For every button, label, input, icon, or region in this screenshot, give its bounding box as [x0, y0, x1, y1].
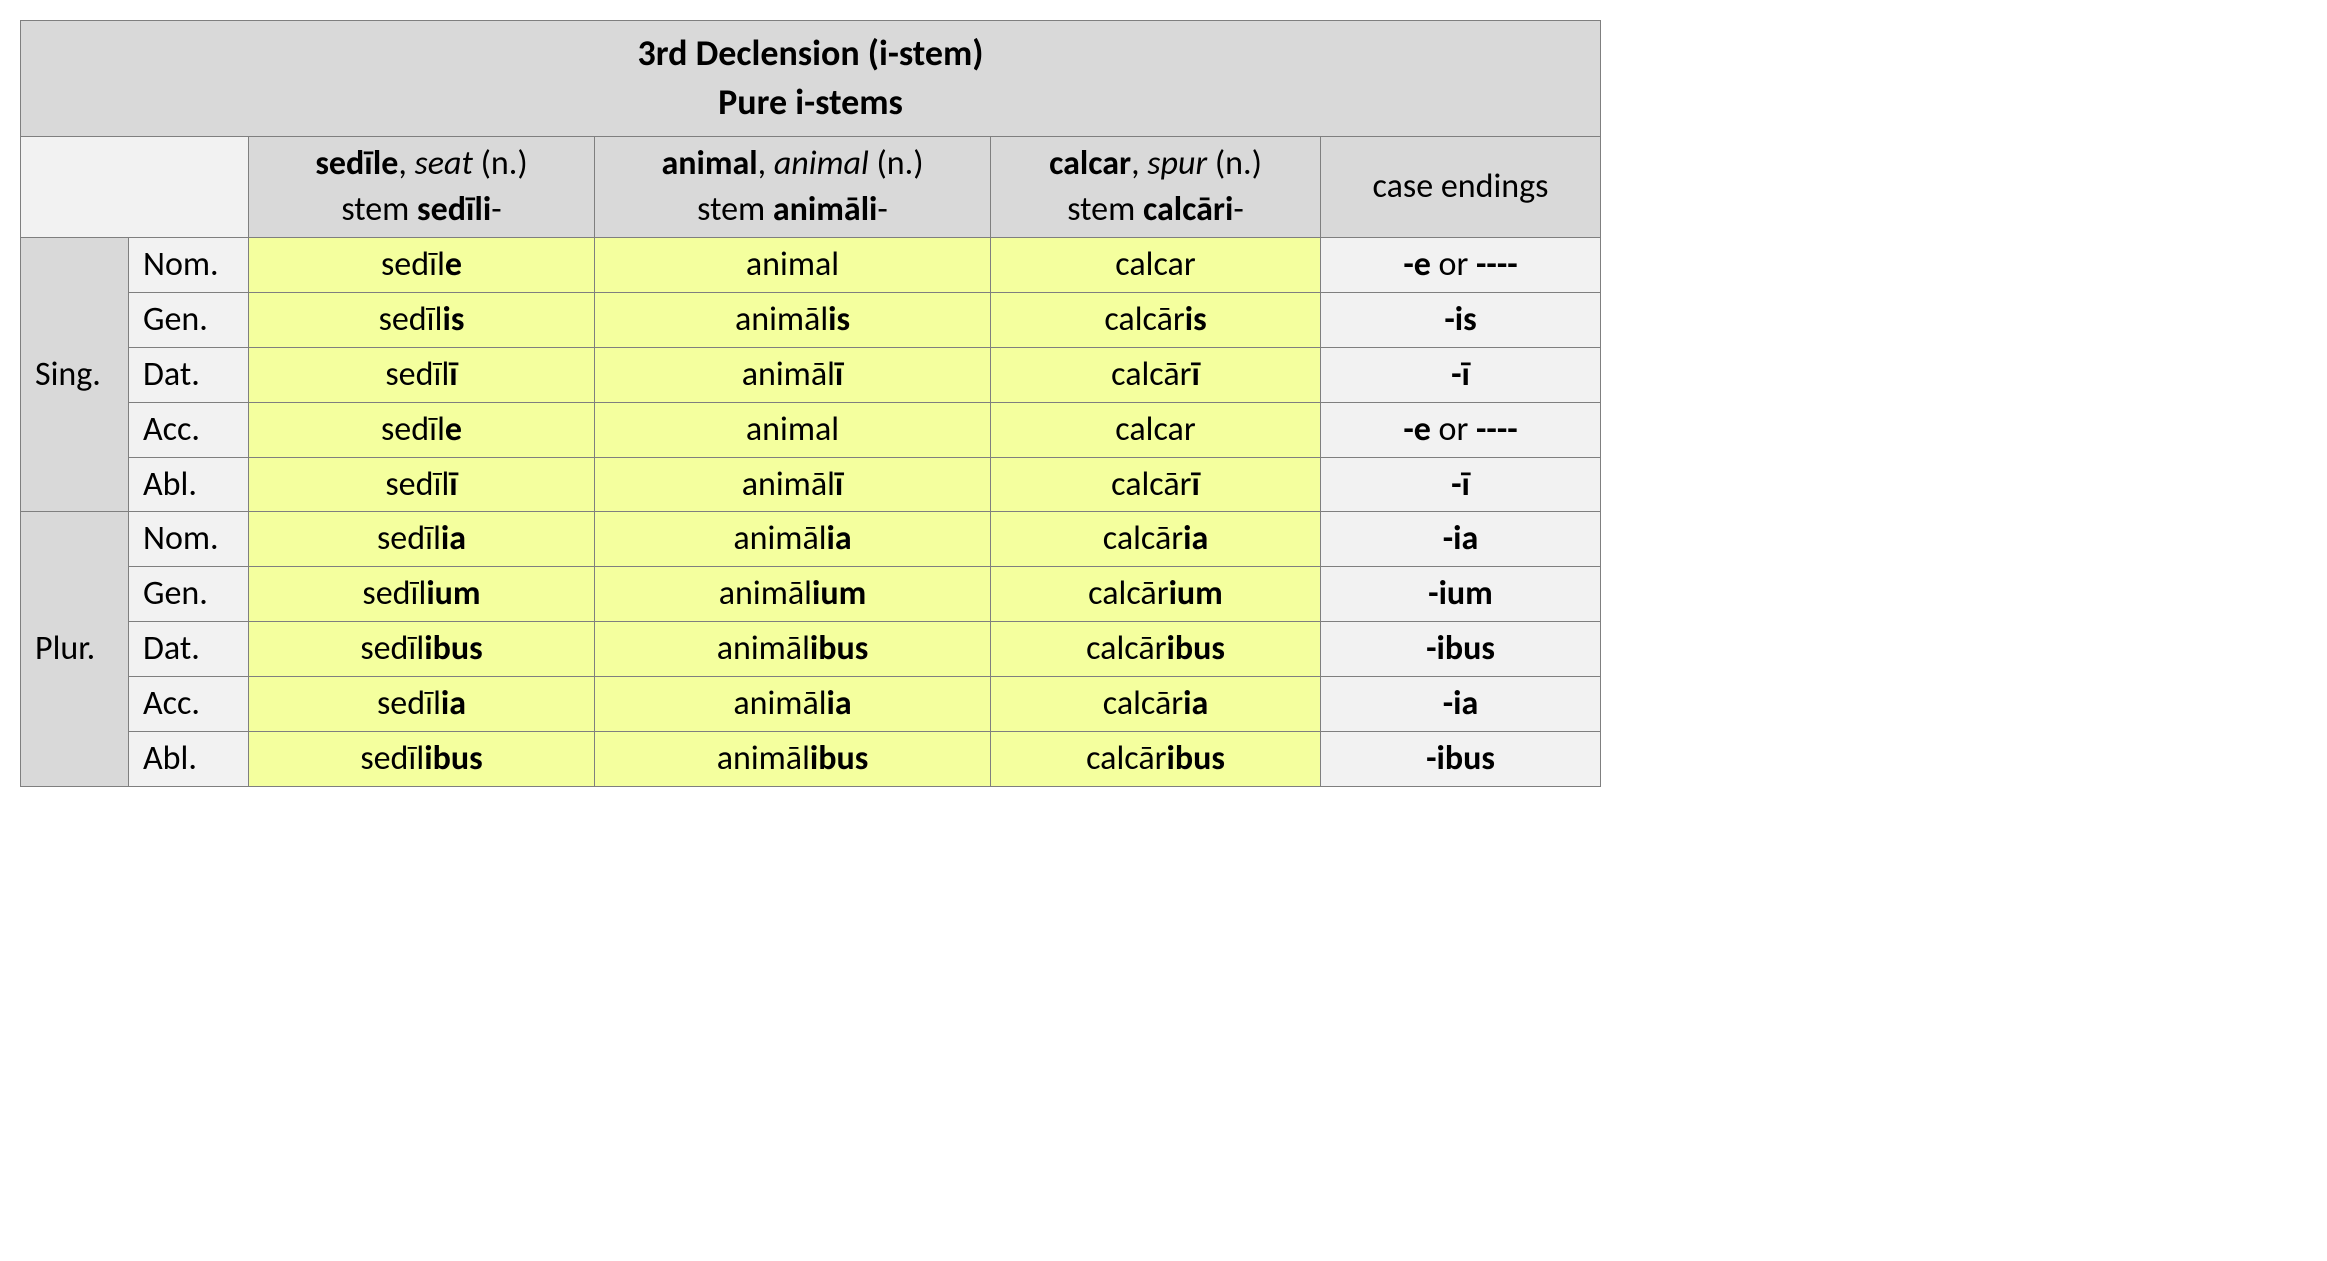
form-cell: sedīle: [249, 237, 595, 292]
ending-cell: -ī: [1321, 347, 1601, 402]
header-word-2: animal, animal (n.) stem animāli-: [595, 137, 991, 238]
case-label: Acc.: [129, 402, 249, 457]
form-cell: animālibus: [595, 622, 991, 677]
form-cell: sedīlī: [249, 347, 595, 402]
form-cell: sedīlia: [249, 677, 595, 732]
ending-cell: -ī: [1321, 457, 1601, 512]
table-row: Dat. sedīlī animālī calcārī -ī: [21, 347, 1601, 402]
form-cell: calcar: [991, 402, 1321, 457]
form-cell: sedīlia: [249, 512, 595, 567]
ending-cell: -ibus: [1321, 622, 1601, 677]
form-cell: animālibus: [595, 731, 991, 786]
group-singular: Sing.: [21, 237, 129, 511]
case-label: Abl.: [129, 457, 249, 512]
form-cell: calcāribus: [991, 622, 1321, 677]
form-cell: calcāria: [991, 512, 1321, 567]
title-line-1: 3rd Declension (i-stem): [638, 31, 984, 75]
form-cell: animal: [595, 237, 991, 292]
case-label: Nom.: [129, 237, 249, 292]
table-row: Gen. sedīlium animālium calcārium -ium: [21, 567, 1601, 622]
form-cell: animālī: [595, 457, 991, 512]
ending-cell: -e or ----: [1321, 237, 1601, 292]
ending-cell: -ia: [1321, 512, 1601, 567]
form-cell: sedīlis: [249, 292, 595, 347]
case-label: Dat.: [129, 622, 249, 677]
case-label: Gen.: [129, 567, 249, 622]
case-label: Dat.: [129, 347, 249, 402]
case-label: Abl.: [129, 731, 249, 786]
table-title: 3rd Declension (i-stem) Pure i-stems: [21, 21, 1601, 137]
ending-cell: -ium: [1321, 567, 1601, 622]
form-cell: animālium: [595, 567, 991, 622]
form-cell: sedīle: [249, 402, 595, 457]
form-cell: animal: [595, 402, 991, 457]
declension-table: 3rd Declension (i-stem) Pure i-stems sed…: [20, 20, 1601, 787]
table-row: Acc. sedīlia animālia calcāria -ia: [21, 677, 1601, 732]
header-word-3: calcar, spur (n.) stem calcāri-: [991, 137, 1321, 238]
table-row: Acc. sedīle animal calcar -e or ----: [21, 402, 1601, 457]
form-cell: calcāria: [991, 677, 1321, 732]
table-row: Abl. sedīlī animālī calcārī -ī: [21, 457, 1601, 512]
ending-cell: -ibus: [1321, 731, 1601, 786]
form-cell: animālia: [595, 677, 991, 732]
form-cell: sedīlibus: [249, 622, 595, 677]
header-word-1: sedīle, seat (n.) stem sedīli-: [249, 137, 595, 238]
table-row: Plur. Nom. sedīlia animālia calcāria -ia: [21, 512, 1601, 567]
table-row: Abl. sedīlibus animālibus calcāribus -ib…: [21, 731, 1601, 786]
case-label: Acc.: [129, 677, 249, 732]
form-cell: sedīlibus: [249, 731, 595, 786]
header-blank: [21, 137, 249, 238]
case-label: Gen.: [129, 292, 249, 347]
table-row: Dat. sedīlibus animālibus calcāribus -ib…: [21, 622, 1601, 677]
ending-cell: -e or ----: [1321, 402, 1601, 457]
form-cell: animālis: [595, 292, 991, 347]
header-endings: case endings: [1321, 137, 1601, 238]
form-cell: sedīlī: [249, 457, 595, 512]
title-line-2: Pure i-stems: [718, 80, 903, 124]
form-cell: calcārium: [991, 567, 1321, 622]
form-cell: calcārī: [991, 457, 1321, 512]
form-cell: sedīlium: [249, 567, 595, 622]
form-cell: calcāribus: [991, 731, 1321, 786]
ending-cell: -is: [1321, 292, 1601, 347]
table-row: Sing. Nom. sedīle animal calcar -e or --…: [21, 237, 1601, 292]
form-cell: animālī: [595, 347, 991, 402]
group-plural: Plur.: [21, 512, 129, 786]
case-label: Nom.: [129, 512, 249, 567]
ending-cell: -ia: [1321, 677, 1601, 732]
table-row: Gen. sedīlis animālis calcāris -is: [21, 292, 1601, 347]
form-cell: animālia: [595, 512, 991, 567]
form-cell: calcāris: [991, 292, 1321, 347]
form-cell: calcārī: [991, 347, 1321, 402]
form-cell: calcar: [991, 237, 1321, 292]
